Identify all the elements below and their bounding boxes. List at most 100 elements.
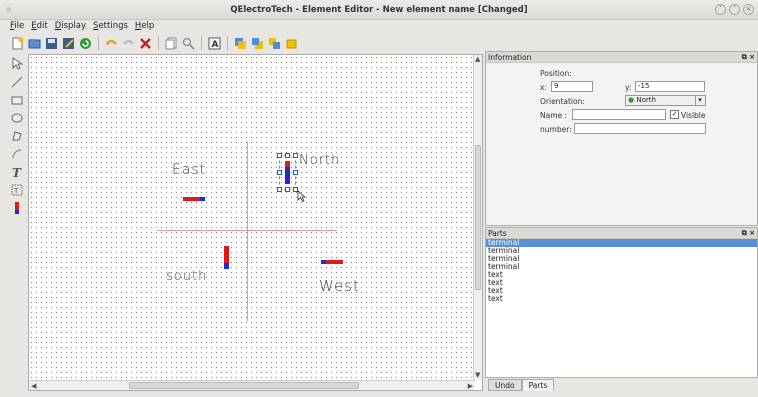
- text-north[interactable]: North: [299, 153, 340, 168]
- resize-handle[interactable]: [285, 153, 290, 158]
- resize-handle[interactable]: [293, 170, 298, 175]
- parts-list: terminal terminal terminal terminal text…: [486, 239, 757, 377]
- scroll-right-icon[interactable]: ▶: [468, 382, 473, 390]
- scroll-left-icon[interactable]: ◀: [31, 382, 36, 390]
- line-tool-icon[interactable]: [10, 74, 25, 89]
- panel-controls[interactable]: ⧉ ×: [742, 52, 755, 63]
- copy-icon[interactable]: [164, 36, 179, 51]
- parts-panel-header: Parts ⧉ ×: [486, 228, 757, 239]
- toolbar-separator: [98, 36, 99, 50]
- new-icon[interactable]: [10, 36, 25, 51]
- text-east[interactable]: East: [172, 162, 206, 178]
- pointer-icon[interactable]: [10, 56, 25, 71]
- minimize-button[interactable]: ˅: [715, 4, 726, 15]
- information-panel-title: Information: [488, 53, 532, 62]
- text-south[interactable]: south: [166, 269, 207, 284]
- reload-icon[interactable]: [78, 36, 93, 51]
- terminal-south[interactable]: [224, 246, 229, 269]
- arc-tool-icon[interactable]: [10, 146, 25, 161]
- panel-controls[interactable]: ⧉ ×: [742, 228, 755, 239]
- element-canvas[interactable]: East North south West: [29, 55, 475, 380]
- rectangle-tool-icon[interactable]: [10, 92, 25, 107]
- orientation-label: Orientation:: [540, 97, 585, 106]
- text-icon[interactable]: A: [207, 36, 222, 51]
- terminal-tool-icon[interactable]: [10, 200, 25, 215]
- save-as-icon[interactable]: [61, 36, 76, 51]
- information-panel-header: Information ⧉ ×: [486, 52, 757, 63]
- x-input[interactable]: 9: [551, 81, 593, 92]
- list-item[interactable]: text: [486, 271, 757, 279]
- list-item[interactable]: terminal: [486, 247, 757, 255]
- open-icon[interactable]: [27, 36, 42, 51]
- send-back-icon[interactable]: [284, 36, 299, 51]
- horizontal-scrollbar[interactable]: ◀ ▶: [29, 380, 475, 390]
- redo-icon[interactable]: [121, 36, 136, 51]
- list-item[interactable]: text: [486, 295, 757, 303]
- list-item[interactable]: terminal: [486, 239, 757, 247]
- position-label: Position:: [540, 69, 572, 78]
- orientation-value: North: [636, 96, 656, 104]
- tab-parts[interactable]: Parts: [521, 379, 555, 391]
- resize-handle[interactable]: [277, 153, 282, 158]
- north-arrow-icon: ●: [628, 96, 635, 104]
- text-west[interactable]: West: [319, 277, 360, 295]
- list-item[interactable]: terminal: [486, 255, 757, 263]
- resize-handle[interactable]: [285, 187, 290, 192]
- svg-text:T: T: [13, 187, 19, 195]
- menu-display[interactable]: Display: [55, 20, 86, 33]
- scroll-down-icon[interactable]: ▼: [475, 371, 480, 379]
- parts-panel: Parts ⧉ × terminal terminal terminal ter…: [485, 227, 758, 378]
- delete-icon[interactable]: [138, 36, 153, 51]
- menu-help[interactable]: Help: [135, 20, 154, 33]
- number-input[interactable]: [574, 123, 706, 134]
- menu-edit[interactable]: Edit: [31, 20, 47, 33]
- close-button[interactable]: ×: [743, 4, 754, 15]
- tab-undo[interactable]: Undo: [488, 379, 522, 391]
- lower-icon[interactable]: [267, 36, 282, 51]
- text-field-tool-icon[interactable]: T: [10, 182, 25, 197]
- terminal-west[interactable]: [321, 260, 343, 264]
- chevron-down-icon: ▾: [695, 96, 704, 105]
- scroll-up-icon[interactable]: ▲: [475, 55, 480, 63]
- zoom-icon[interactable]: [181, 36, 196, 51]
- save-icon[interactable]: [44, 36, 59, 51]
- menu-settings[interactable]: Settings: [93, 20, 128, 33]
- resize-handle[interactable]: [293, 153, 298, 158]
- orientation-select[interactable]: ● North ▾: [625, 95, 706, 106]
- undo-icon[interactable]: [104, 36, 119, 51]
- toolbar-separator: [227, 36, 228, 50]
- y-input[interactable]: -15: [635, 81, 705, 92]
- visible-checkbox[interactable]: ✓: [670, 110, 679, 119]
- resize-handle[interactable]: [277, 187, 282, 192]
- svg-text:T: T: [12, 166, 22, 178]
- list-item[interactable]: text: [486, 287, 757, 295]
- name-input[interactable]: [572, 109, 666, 120]
- mouse-cursor-icon: [297, 190, 306, 203]
- menu-file[interactable]: File: [10, 20, 24, 33]
- x-label: x:: [540, 83, 547, 92]
- terminal-east[interactable]: [183, 197, 205, 201]
- information-panel: Information ⧉ × Position: x: 9 y: -15 Or…: [485, 51, 758, 226]
- svg-text:A: A: [212, 40, 219, 50]
- visible-label: Visible: [681, 111, 706, 120]
- polygon-tool-icon[interactable]: [10, 128, 25, 143]
- toolbar-separator: [201, 36, 202, 50]
- bring-front-icon[interactable]: [233, 36, 248, 51]
- resize-handle[interactable]: [277, 170, 282, 175]
- list-item[interactable]: text: [486, 279, 757, 287]
- horizontal-scroll-thumb[interactable]: [129, 382, 359, 389]
- name-label: Name :: [540, 111, 568, 120]
- ellipse-tool-icon[interactable]: [10, 110, 25, 125]
- window-controls: ˅ ˄ ×: [715, 4, 754, 15]
- drawing-area[interactable]: East North south West ▲ ▼ ◀ ▶: [28, 54, 483, 391]
- toolbar-separator: [158, 36, 159, 50]
- list-item[interactable]: terminal: [486, 263, 757, 271]
- vertical-scrollbar[interactable]: ▲ ▼: [473, 55, 482, 380]
- main-toolbar: A: [10, 34, 299, 52]
- maximize-button[interactable]: ˄: [729, 4, 740, 15]
- vertical-scroll-thumb[interactable]: [475, 145, 481, 290]
- raise-icon[interactable]: [250, 36, 265, 51]
- text-tool-icon[interactable]: T: [10, 164, 25, 179]
- title-bar: QElectroTech - Element Editor - New elem…: [0, 0, 758, 20]
- terminal-north[interactable]: [285, 161, 290, 184]
